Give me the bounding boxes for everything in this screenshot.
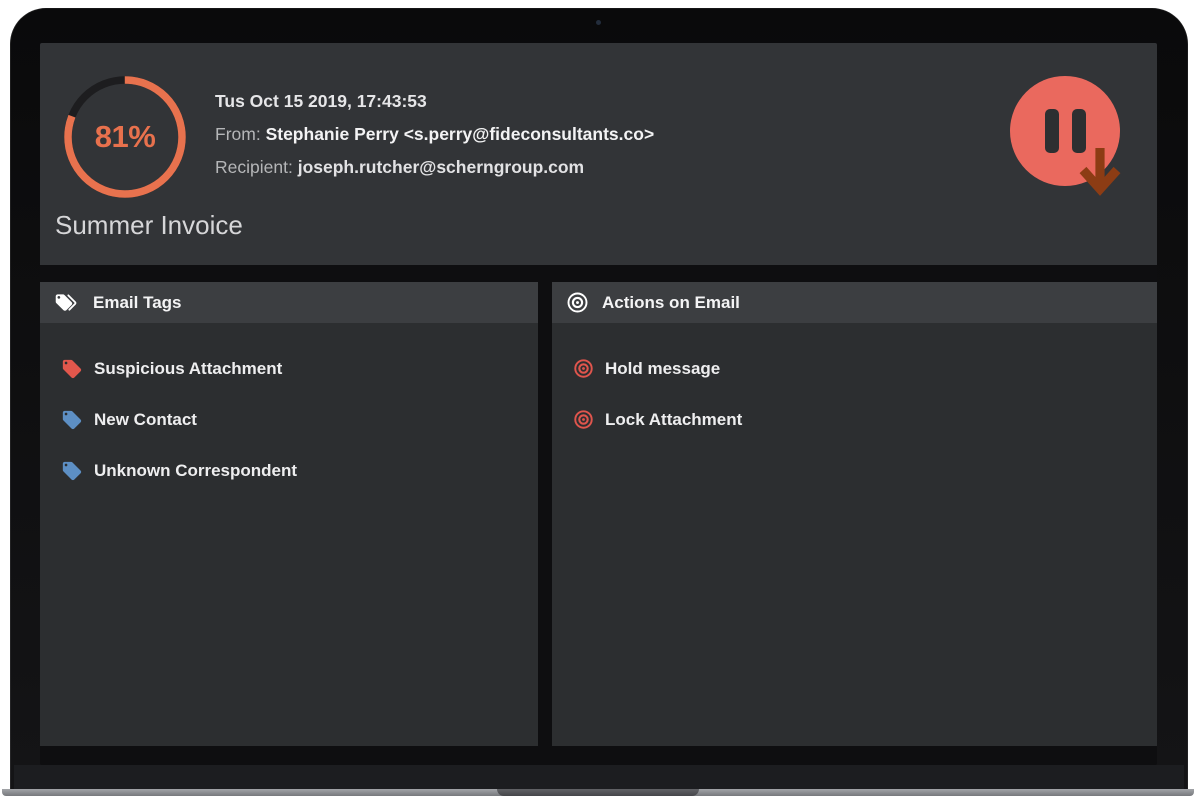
tag-item-label: Unknown Correspondent <box>94 461 297 481</box>
target-icon <box>566 291 589 314</box>
action-item-label: Lock Attachment <box>605 410 742 430</box>
email-tags-panel-title: Email Tags <box>93 293 182 313</box>
progress-ring: 81% <box>61 73 189 201</box>
tag-item-label: New Contact <box>94 410 197 430</box>
recipient-label: Recipient: <box>215 157 293 177</box>
tag-icon <box>61 460 83 482</box>
laptop-bezel-chin <box>14 765 1184 789</box>
app-screen: 81% Tus Oct 15 2019, 17:43:53 From: Step… <box>40 43 1157 765</box>
action-item-hold-message[interactable]: Hold message <box>552 343 1157 394</box>
target-icon <box>573 358 594 379</box>
actions-list: Hold message Lock Attachment <box>552 323 1157 746</box>
recipient-value: joseph.rutcher@scherngroup.com <box>298 157 584 177</box>
laptop-frame: 81% Tus Oct 15 2019, 17:43:53 From: Step… <box>10 8 1188 789</box>
tag-item-new-contact[interactable]: New Contact <box>40 394 538 445</box>
tags-icon <box>54 292 80 314</box>
from-value: Stephanie Perry <s.perry@fideconsultants… <box>266 124 655 144</box>
email-recipient-line: Recipient: joseph.rutcher@scherngroup.co… <box>215 151 654 184</box>
email-tags-panel-header: Email Tags <box>40 282 538 323</box>
tag-icon <box>61 358 83 380</box>
email-from-line: From: Stephanie Perry <s.perry@fideconsu… <box>215 118 654 151</box>
download-arrow-icon[interactable] <box>1076 143 1124 201</box>
email-date: Tus Oct 15 2019, 17:43:53 <box>215 85 654 118</box>
tag-item-suspicious-attachment[interactable]: Suspicious Attachment <box>40 343 538 394</box>
email-tags-list: Suspicious Attachment New Contact <box>40 323 538 746</box>
action-item-lock-attachment[interactable]: Lock Attachment <box>552 394 1157 445</box>
target-icon <box>573 409 594 430</box>
tag-item-unknown-correspondent[interactable]: Unknown Correspondent <box>40 445 538 496</box>
actions-panel-title: Actions on Email <box>602 293 740 313</box>
from-label: From: <box>215 124 261 144</box>
laptop-lid-notch <box>497 789 699 796</box>
pause-icon <box>1045 109 1059 153</box>
email-header-card: 81% Tus Oct 15 2019, 17:43:53 From: Step… <box>40 43 1157 265</box>
email-meta: Tus Oct 15 2019, 17:43:53 From: Stephani… <box>215 85 654 184</box>
tag-icon <box>61 409 83 431</box>
desktop-background: 81% Tus Oct 15 2019, 17:43:53 From: Step… <box>0 0 1196 796</box>
email-subject: Summer Invoice <box>55 210 243 241</box>
progress-value: 81% <box>61 73 189 201</box>
webcam-dot <box>596 20 601 25</box>
actions-panel-header: Actions on Email <box>552 282 1157 323</box>
tag-item-label: Suspicious Attachment <box>94 359 282 379</box>
email-tags-panel: Email Tags Suspicious Attachment <box>40 282 538 746</box>
actions-panel: Actions on Email Hold message <box>552 282 1157 746</box>
action-item-label: Hold message <box>605 359 720 379</box>
